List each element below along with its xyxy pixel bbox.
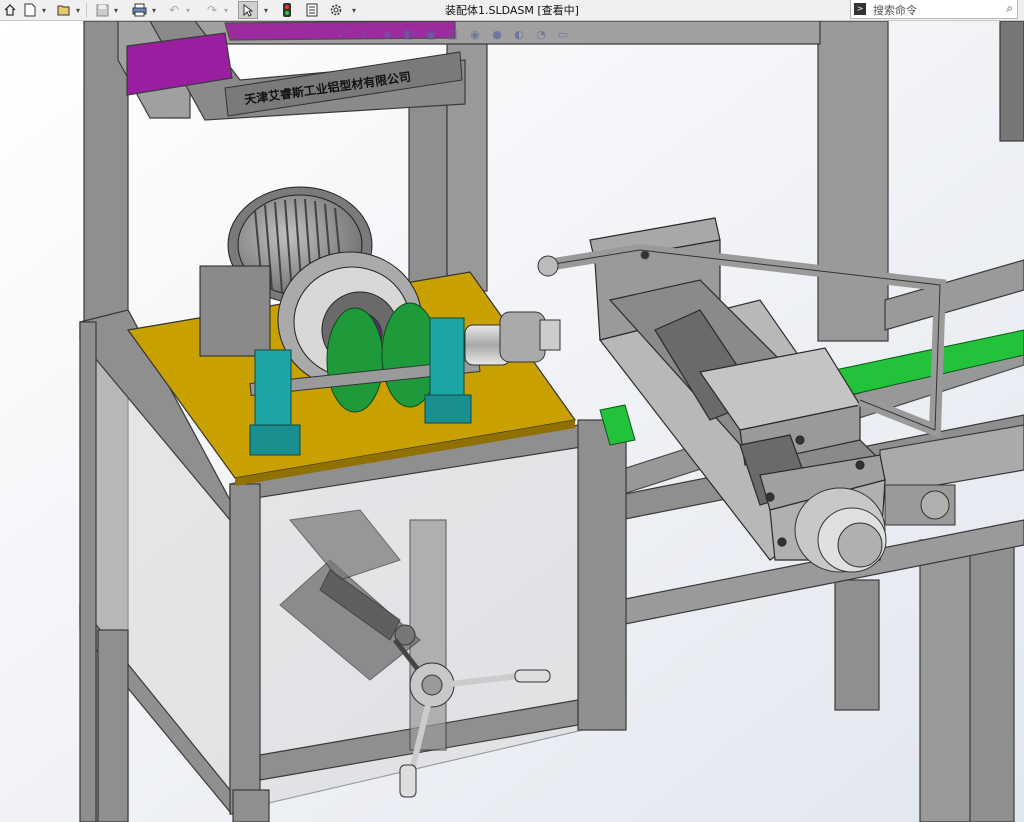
open-dropdown[interactable]: ▾ <box>74 1 82 19</box>
options-icon[interactable] <box>328 1 344 19</box>
section-view-icon[interactable]: ◧ <box>401 26 417 42</box>
previous-view-icon[interactable]: ◈ <box>379 26 395 42</box>
select-icon[interactable] <box>238 1 258 19</box>
undo-icon[interactable]: ↶ <box>166 1 182 19</box>
search-box[interactable]: > ⌕ <box>850 0 1018 19</box>
open-icon[interactable] <box>56 1 72 19</box>
new-document-icon[interactable] <box>22 1 38 19</box>
graphics-area[interactable]: 天津艾睿斯工业铝型材有限公司 <box>0 21 1024 822</box>
select-dropdown[interactable]: ▾ <box>262 1 270 19</box>
search-input[interactable] <box>871 1 995 19</box>
heads-up-view-toolbar: ⤢ ⌕ ◈ ◧ ▣ ◫ ◉ ● ◐ ◔ ▭ <box>335 24 571 44</box>
edit-appearance-icon[interactable]: ● <box>489 26 505 42</box>
redo-icon[interactable]: ↷ <box>204 1 220 19</box>
home-icon[interactable] <box>2 1 18 19</box>
save-dropdown[interactable]: ▾ <box>112 1 120 19</box>
view-orientation-icon[interactable]: ▣ <box>423 26 439 42</box>
view-settings-icon[interactable]: ◔ <box>533 26 549 42</box>
hide-show-icon[interactable]: ◉ <box>467 26 483 42</box>
clamp-bracket <box>884 484 956 526</box>
display-pane-icon[interactable]: ▭ <box>555 26 571 42</box>
file-properties-icon[interactable] <box>304 1 320 19</box>
display-style-icon[interactable]: ◫ <box>445 26 461 42</box>
redo-dropdown[interactable]: ▾ <box>222 1 230 19</box>
command-prompt-icon: > <box>854 3 866 15</box>
main-toolbar: ▾ ▾ ▾ ▾ ↶ ▾ ↷ ▾ ▾ ▾ 装配体1.SLDASM [查看中] > … <box>0 0 1024 21</box>
vise-knob[interactable] <box>794 487 887 573</box>
zoom-area-icon[interactable]: ⌕ <box>357 26 373 42</box>
apply-scene-icon[interactable]: ◐ <box>511 26 527 42</box>
new-dropdown[interactable]: ▾ <box>40 1 48 19</box>
options-dropdown[interactable]: ▾ <box>350 1 358 19</box>
rebuild-icon[interactable] <box>280 1 294 19</box>
assembly-model-view[interactable]: 天津艾睿斯工业铝型材有限公司 <box>0 21 1024 822</box>
search-icon[interactable]: ⌕ <box>1006 1 1013 16</box>
zoom-to-fit-icon[interactable]: ⤢ <box>335 26 351 42</box>
undo-dropdown[interactable]: ▾ <box>184 1 192 19</box>
print-dropdown[interactable]: ▾ <box>150 1 158 19</box>
print-icon[interactable] <box>130 1 148 19</box>
window-title: 装配体1.SLDASM [查看中] <box>445 4 579 17</box>
save-icon[interactable] <box>94 1 110 19</box>
